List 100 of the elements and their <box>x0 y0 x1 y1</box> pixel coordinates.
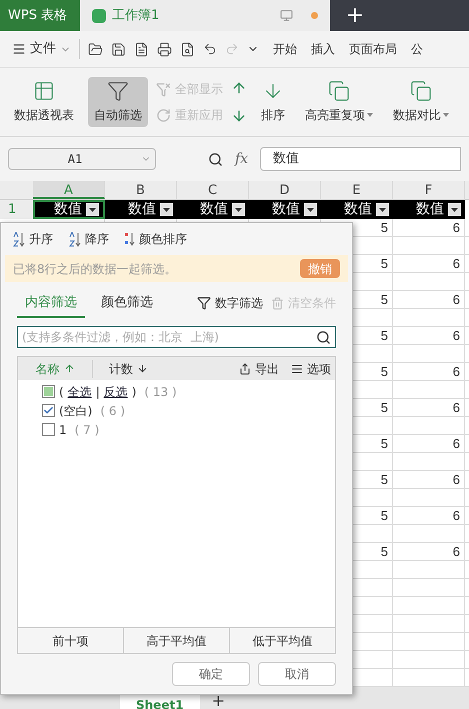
sort-button[interactable]: 降序 <box>69 230 109 248</box>
color-sort-icon <box>125 232 135 246</box>
column-header[interactable]: D <box>249 181 321 199</box>
ribbon-button[interactable]: 自动筛选 <box>88 77 148 127</box>
quick-filter-button[interactable]: 前十项 <box>18 628 124 653</box>
table-cell: 6 <box>452 256 460 271</box>
table-cell: 6 <box>452 436 460 451</box>
table-cell: 5 <box>380 220 388 235</box>
filter-dropdown-button[interactable] <box>86 203 99 216</box>
filter-dropdown-button[interactable] <box>448 203 461 216</box>
sort-descending-icon <box>69 232 81 246</box>
sort-button[interactable]: 颜色排序 <box>125 230 187 248</box>
filter-dropdown-button[interactable] <box>232 203 245 216</box>
cell-text: 数值 <box>344 200 372 219</box>
ribbon-button[interactable]: 数据对比 <box>387 77 455 127</box>
document-tab[interactable]: 工作簿1 <box>80 0 330 31</box>
ribbon-button[interactable]: 数据透视表 <box>8 77 80 127</box>
menu-tab[interactable]: 公 <box>411 40 423 58</box>
cell-text: 数值 <box>200 200 228 219</box>
ok-button[interactable]: 确定 <box>172 662 250 686</box>
sort-ascending-icon[interactable] <box>231 80 247 96</box>
filter-tab[interactable]: 内容筛选 <box>17 292 85 318</box>
undo-icon[interactable] <box>203 42 217 56</box>
save-icon[interactable] <box>111 42 126 56</box>
preview-icon[interactable] <box>180 42 195 56</box>
sort-button[interactable]: 升序 <box>13 230 53 248</box>
column-header[interactable]: C <box>177 181 249 199</box>
table-cell: 5 <box>380 364 388 379</box>
name-sort-header[interactable]: 名称 <box>18 360 93 378</box>
filter-tab[interactable]: 颜色筛选 <box>93 292 161 318</box>
options-button[interactable]: 选项 <box>291 360 331 378</box>
header-cell[interactable]: 数值 <box>249 200 321 219</box>
header-cell[interactable]: 数值 <box>105 200 177 219</box>
table-cell: 5 <box>380 544 388 559</box>
column-header[interactable]: F <box>393 181 465 199</box>
filter-dropdown-button[interactable] <box>304 203 317 216</box>
item-label: 1 <box>59 422 67 438</box>
app-tab[interactable]: WPS 表格 <box>0 0 80 31</box>
triangle-icon <box>379 208 386 212</box>
checkbox[interactable] <box>42 423 55 436</box>
table-cell: 5 <box>380 256 388 271</box>
ribbon-button[interactable]: 排序 <box>255 77 291 127</box>
zoom-icon[interactable] <box>208 152 223 166</box>
table-cell: 5 <box>380 400 388 415</box>
search-field[interactable]: (支持多条件过滤，例如：北京 上海) <box>17 326 336 348</box>
header-cell[interactable]: 数值 <box>177 200 249 219</box>
print-icon[interactable] <box>157 42 172 56</box>
header-cell[interactable]: 数值 <box>33 200 105 219</box>
lines-icon <box>291 362 303 374</box>
menu-tab[interactable]: 插入 <box>311 40 335 58</box>
row-number[interactable]: 1 <box>0 200 33 219</box>
table-cell: 6 <box>452 472 460 487</box>
cell-text: 数值 <box>54 200 82 219</box>
quick-filter-button[interactable]: 高于平均值 <box>124 628 230 653</box>
menu-icon <box>12 42 26 56</box>
new-tab-button[interactable]: + <box>330 0 380 31</box>
cell-text: 数值 <box>416 200 444 219</box>
table-cell: 5 <box>380 436 388 451</box>
arrow-down-icon <box>137 363 148 374</box>
function-label[interactable]: fx <box>235 148 248 170</box>
menu-tab[interactable]: 页面布局 <box>349 40 397 58</box>
filter-dropdown-button[interactable] <box>376 203 389 216</box>
column-header[interactable]: B <box>105 181 177 199</box>
select-all-link[interactable]: 全选 <box>68 382 92 400</box>
header-cell[interactable]: 数值 <box>321 200 393 219</box>
filter-dropdown-button[interactable] <box>160 203 173 216</box>
column-header[interactable]: E <box>321 181 393 199</box>
separator-text: | <box>96 384 100 400</box>
folder-icon[interactable] <box>88 42 103 56</box>
count-sort-header[interactable]: 计数 <box>93 360 148 378</box>
table-cell: 5 <box>380 292 388 307</box>
paren-text: ( <box>59 384 64 400</box>
document-title: 工作簿1 <box>112 6 160 25</box>
triangle-icon <box>163 208 170 212</box>
name-box[interactable]: A1 <box>8 148 156 170</box>
header-cell[interactable]: 数值 <box>393 200 465 219</box>
sort-ascending-icon <box>13 232 25 246</box>
pdf-icon[interactable] <box>134 42 149 56</box>
table-cell: 6 <box>452 364 460 379</box>
table-cell: 6 <box>452 544 460 559</box>
quick-filter-button[interactable]: 低于平均值 <box>230 628 335 653</box>
table-cell: 6 <box>452 292 460 307</box>
add-sheet-button[interactable]: + <box>212 685 225 709</box>
export-button[interactable]: 导出 <box>239 360 279 378</box>
checkbox[interactable] <box>42 385 55 398</box>
invert-link[interactable]: 反选 <box>104 382 128 400</box>
menu-tab[interactable]: 开始 <box>273 40 297 58</box>
checkbox[interactable] <box>42 404 55 417</box>
table-cell: 5 <box>380 328 388 343</box>
cancel-button[interactable]: 取消 <box>258 662 336 686</box>
sort-descending-icon[interactable] <box>231 108 247 124</box>
formula-field[interactable]: 数值 <box>260 147 461 171</box>
table-cell: 6 <box>452 508 460 523</box>
file-menu[interactable]: 文件 <box>12 39 71 59</box>
table-icon <box>33 80 55 102</box>
ribbon-button[interactable]: 高亮重复项 <box>299 77 379 127</box>
triangle-icon <box>451 208 458 212</box>
number-filter-button[interactable]: 数字筛选 <box>197 294 263 318</box>
table-cell: 5 <box>380 472 388 487</box>
table-cell: 6 <box>452 328 460 343</box>
